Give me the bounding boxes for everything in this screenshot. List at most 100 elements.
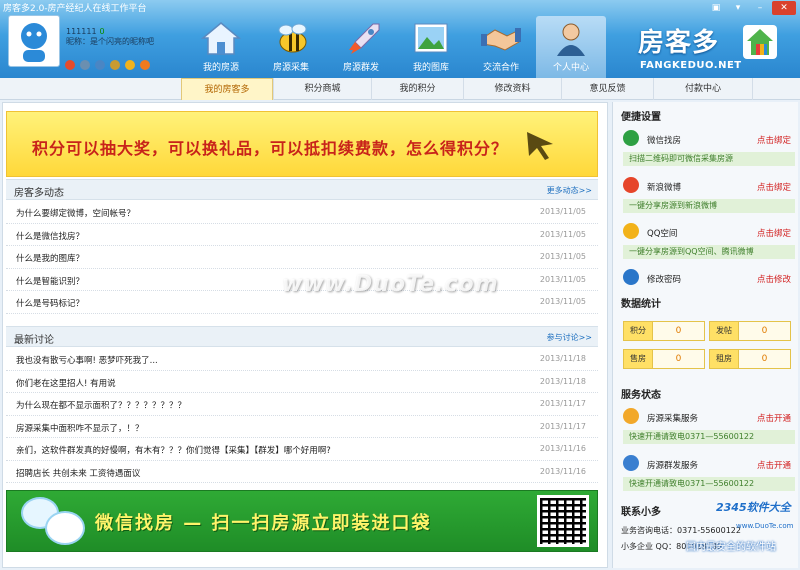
discussion-item[interactable]: 房源采集中面积咋不显示了，！？ 2013/11/17 xyxy=(6,416,598,438)
user-points: 0 xyxy=(99,27,105,36)
bee-icon xyxy=(278,23,307,53)
window-title: 房客多2.0-房产经纪人在线工作平台 xyxy=(3,4,147,14)
stat-points: 积分 0 xyxy=(623,321,707,341)
broadcast-icon xyxy=(623,455,639,471)
news-header: 房客多动态 更多动态>> xyxy=(6,179,598,200)
edit-icon[interactable] xyxy=(110,60,120,70)
house-icon xyxy=(200,22,242,55)
tab-my-fangkeduo[interactable]: 我的房客多 xyxy=(181,78,273,100)
cursor-arrow-icon xyxy=(527,132,553,160)
watermark-corner-sub: 国内最安全的软件站 xyxy=(686,542,776,553)
bind-qzone-desc: 一键分享房源到QQ空间、腾讯微博 xyxy=(623,245,795,259)
service-collect-button[interactable]: 点击开通 xyxy=(757,412,791,424)
tab-my-points[interactable]: 我的积分 xyxy=(371,78,463,100)
refresh-icon[interactable] xyxy=(140,60,150,70)
logo-house-icon xyxy=(743,25,777,59)
help-icon[interactable] xyxy=(125,60,135,70)
minimize-button[interactable]: – xyxy=(750,1,770,15)
news-item[interactable]: 为什么要绑定微博，空间帐号？ 2013/11/05 xyxy=(6,201,598,224)
news-item[interactable]: 什么是微信找房？ 2013/11/05 xyxy=(6,224,598,246)
bind-wechat-desc: 扫描二维码即可微信采集房源 xyxy=(623,152,795,166)
stats-title: 数据统计 xyxy=(621,299,661,310)
banner-text: 微信找房 — 扫一扫房源立即装进口袋 xyxy=(95,513,432,534)
discussion-item[interactable]: 为什么现在都不显示面积了？？？？？？？？ 2013/11/17 xyxy=(6,393,598,416)
close-button[interactable]: ✕ xyxy=(772,1,796,15)
logo-subtitle: FANGKEDUO.NET xyxy=(640,60,742,71)
change-password: 修改密码 点击修改 xyxy=(623,269,795,287)
skin-icon[interactable]: ▣ xyxy=(706,1,726,15)
service-broadcast-button[interactable]: 点击开通 xyxy=(757,459,791,471)
nav-my-listings[interactable]: 我的房源 xyxy=(186,16,256,78)
discussion-item[interactable]: 我也没有散亏心事啊! 恶梦吓死我了... 2013/11/18 xyxy=(6,348,598,371)
rocket-icon xyxy=(349,23,380,54)
discussion-item[interactable]: 招聘店长 共创未来 工资待遇面议 2013/11/16 xyxy=(6,461,598,483)
service-status-title: 服务状态 xyxy=(621,390,661,401)
discussion-header: 最新讨论 参与讨论>> xyxy=(6,326,598,347)
discussion-item[interactable]: 亲们，这软件群发真的好慢啊，有木有？？？你们觉得【采集】【群发】哪个好用啊? 20… xyxy=(6,438,598,461)
settings-icon[interactable] xyxy=(95,60,105,70)
change-password-button[interactable]: 点击修改 xyxy=(757,273,791,285)
news-title: 房客多动态 xyxy=(14,188,64,199)
watermark-corner: 2345软件大全 xyxy=(716,501,791,514)
tab-payment-center[interactable]: 付款中心 xyxy=(653,78,753,100)
promo-text: 积分可以抽大奖，可以换礼品，可以抵扣续费款，怎么得积分？ xyxy=(32,139,509,158)
quick-settings-title: 便捷设置 xyxy=(621,112,661,123)
bind-wechat: 微信找房 点击绑定 xyxy=(623,130,795,148)
bind-qzone-button[interactable]: 点击绑定 xyxy=(757,227,791,239)
menu-icon[interactable]: ▾ xyxy=(728,1,748,15)
service-collect-desc: 快速开通请致电0371—55600122 xyxy=(623,430,795,444)
tab-feedback[interactable]: 意见反馈 xyxy=(561,78,653,100)
service-broadcast: 房源群发服务 点击开通 xyxy=(623,455,795,473)
bind-weibo-desc: 一键分享房源到新浪微博 xyxy=(623,199,795,213)
person-icon xyxy=(557,23,585,56)
status-icons xyxy=(65,60,150,70)
news-item[interactable]: 什么是我的图库？ 2013/11/05 xyxy=(6,246,598,269)
picture-icon xyxy=(414,23,448,53)
nav-gallery[interactable]: 我的图库 xyxy=(396,16,466,78)
collect-icon xyxy=(623,408,639,424)
nav-broadcast[interactable]: 房源群发 xyxy=(326,16,396,78)
window-controls: ▣ ▾ – ✕ xyxy=(706,1,796,15)
promo-banner[interactable]: 积分可以抽大奖，可以换礼品，可以抵扣续费款，怎么得积分？ xyxy=(6,111,598,177)
heart-icon[interactable] xyxy=(65,60,75,70)
mail-icon[interactable] xyxy=(80,60,90,70)
nav-collect[interactable]: 房源采集 xyxy=(256,16,326,78)
discussion-item[interactable]: 你们老在这里招人! 有用说 2013/11/18 xyxy=(6,371,598,393)
discussion-title: 最新讨论 xyxy=(14,335,54,346)
watermark-corner-url: www.DuoTe.com xyxy=(736,522,794,530)
stat-sales: 售房 0 xyxy=(623,349,707,369)
tab-points-mall[interactable]: 积分商城 xyxy=(273,78,371,100)
globe-icon xyxy=(623,269,639,285)
news-item[interactable]: 什么是智能识别？ 2013/11/05 xyxy=(6,269,598,291)
avatar[interactable] xyxy=(8,15,60,67)
service-collect: 房源采集服务 点击开通 xyxy=(623,408,795,426)
tab-edit-profile[interactable]: 修改资料 xyxy=(463,78,561,100)
sub-tabs: 我的房客多 积分商城 我的积分 修改资料 意见反馈 付款中心 xyxy=(0,78,800,100)
wechat-banner[interactable]: 微信找房 — 扫一扫房源立即装进口袋 xyxy=(6,490,598,552)
logo: 房客多 FANGKEDUO.NET xyxy=(638,22,788,74)
wechat-icon xyxy=(623,130,639,146)
header: 房客多2.0-房产经纪人在线工作平台 ▣ ▾ – ✕ 111111 0 昵称：是个… xyxy=(0,0,800,78)
news-item[interactable]: 什么是号码标记？ 2013/11/05 xyxy=(6,291,598,314)
discussion-list: 我也没有散亏心事啊! 恶梦吓死我了... 2013/11/18 你们老在这里招人!… xyxy=(6,348,598,483)
user-nickname: 昵称：是个闪亮的昵称吧 xyxy=(66,37,154,46)
qzone-icon xyxy=(623,223,639,239)
user-id: 111111 0 xyxy=(66,27,105,36)
nav-personal-center[interactable]: 个人中心 xyxy=(536,16,606,78)
news-more-link[interactable]: 更多动态>> xyxy=(547,185,592,196)
main-nav: 我的房源 房源采集 房源群发 我的图库 交流合作 个人中心 xyxy=(186,16,606,78)
news-list: 为什么要绑定微博，空间帐号？ 2013/11/05 什么是微信找房？ 2013/11… xyxy=(6,201,598,314)
logo-text: 房客多 xyxy=(638,28,720,58)
bind-qzone: QQ空间 点击绑定 xyxy=(623,223,795,241)
main-panel: 积分可以抽大奖，可以换礼品，可以抵扣续费款，怎么得积分？ 房客多动态 更多动态>… xyxy=(2,102,608,568)
service-broadcast-desc: 快速开通请致电0371—55600122 xyxy=(623,477,795,491)
chat-bubble-icon xyxy=(45,511,85,545)
nav-cooperation[interactable]: 交流合作 xyxy=(466,16,536,78)
bind-wechat-button[interactable]: 点击绑定 xyxy=(757,134,791,146)
handshake-icon xyxy=(481,28,521,51)
discussion-more-link[interactable]: 参与讨论>> xyxy=(547,332,592,343)
bind-weibo-button[interactable]: 点击绑定 xyxy=(757,181,791,193)
stat-rentals: 租房 0 xyxy=(709,349,793,369)
contact-phone: 业务咨询电话：0371-55600122 xyxy=(621,526,741,535)
stat-posts: 发帖 0 xyxy=(709,321,793,341)
